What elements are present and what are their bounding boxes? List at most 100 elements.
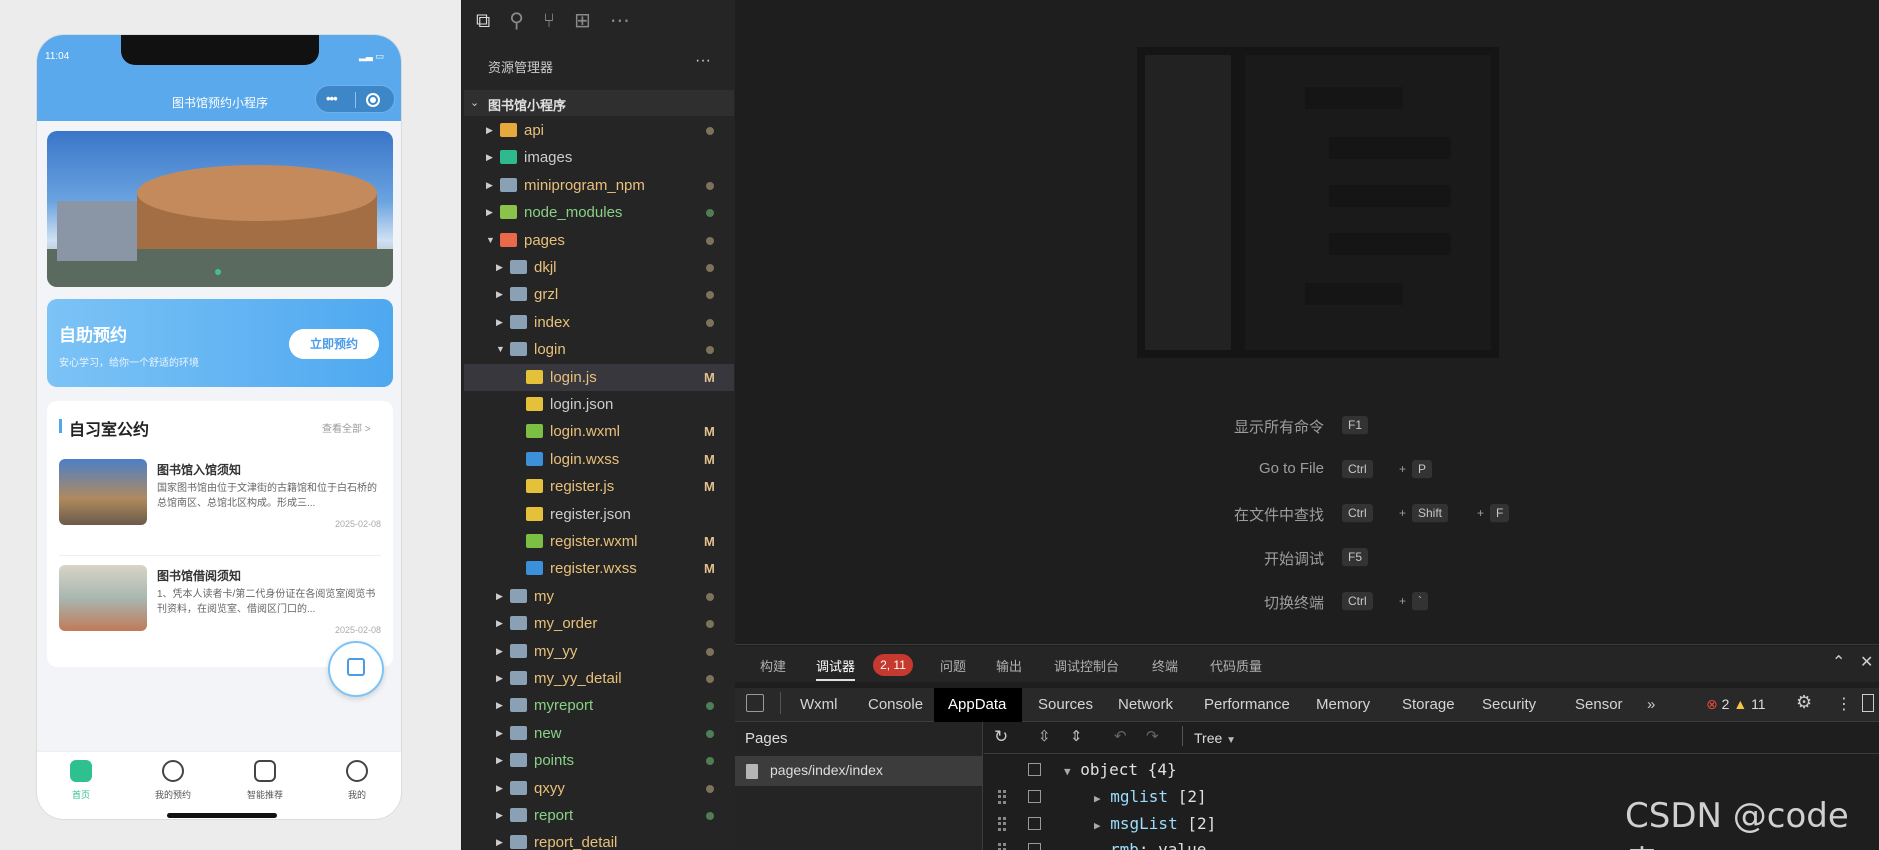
tree-item-my-yy-detail[interactable]: ▶ my_yy_detail xyxy=(464,665,734,692)
chevron-right-icon[interactable]: ▶ xyxy=(496,692,503,719)
collapse-box-icon[interactable] xyxy=(1028,790,1041,803)
devtools-tab-sources[interactable]: Sources xyxy=(1038,696,1093,713)
command-label[interactable]: Go to File xyxy=(1024,460,1324,477)
chevron-right-icon[interactable]: ▶ xyxy=(496,309,503,336)
collapse-box-icon[interactable] xyxy=(1028,843,1041,850)
extensions-icon[interactable]: ⊞ xyxy=(574,10,610,32)
chevron-right-icon[interactable]: ▶ xyxy=(486,117,493,144)
tree-item-index[interactable]: ▶ index xyxy=(464,309,734,336)
tree-item-login-json[interactable]: login.json xyxy=(464,391,734,418)
devtools-tab-storage[interactable]: Storage xyxy=(1402,696,1455,713)
files-icon[interactable]: ⧉ xyxy=(476,10,509,32)
tree-node[interactable]: ▶ mglist [2] xyxy=(1094,787,1207,806)
tree-item-dkjl[interactable]: ▶ dkjl xyxy=(464,254,734,281)
redo-icon[interactable]: ↷ xyxy=(1146,727,1159,745)
tree-item-qxyy[interactable]: ▶ qxyy xyxy=(464,775,734,802)
tab-code-quality[interactable]: 代码质量 xyxy=(1210,656,1262,675)
tree-item-api[interactable]: ▶ api xyxy=(464,117,734,144)
notice-item[interactable]: 图书馆入馆须知 国家图书馆由位于文津街的古籍馆和位于白石桥的总馆南区、总馆北区构… xyxy=(59,459,381,549)
source-control-icon[interactable]: ⑂ xyxy=(543,10,574,32)
chevron-right-icon[interactable]: ▶ xyxy=(496,775,503,802)
command-label[interactable]: 切换终端 xyxy=(1024,592,1324,613)
drag-handle-icon[interactable] xyxy=(998,843,1006,850)
chevron-right-icon[interactable]: ▶ xyxy=(486,199,493,226)
devtools-tab-performance[interactable]: Performance xyxy=(1204,696,1290,713)
close-icon[interactable]: ✕ xyxy=(1860,652,1873,672)
drag-handle-icon[interactable] xyxy=(998,817,1006,831)
tree-item-report-detail[interactable]: ▶ report_detail xyxy=(464,829,734,850)
tree-item-login-wxml[interactable]: login.wxml M xyxy=(464,418,734,445)
tree-item-new[interactable]: ▶ new xyxy=(464,720,734,747)
devtools-tab-console[interactable]: Console xyxy=(868,696,923,713)
chevron-right-icon[interactable]: ▶ xyxy=(496,254,503,281)
command-label[interactable]: 开始调试 xyxy=(1024,548,1324,569)
chevron-right-icon[interactable]: ▶ xyxy=(496,583,503,610)
chevron-down-icon[interactable]: ▼ xyxy=(496,336,505,363)
tree-item-grzl[interactable]: ▶ grzl xyxy=(464,281,734,308)
tree-item-points[interactable]: ▶ points xyxy=(464,747,734,774)
chevron-right-icon[interactable]: ▶ xyxy=(496,610,503,637)
notice-item[interactable]: 图书馆借阅须知 1、凭本人读者卡/第二代身份证在各阅览室阅览书刊资料，在阅览室、… xyxy=(59,565,381,655)
tree-item-node-modules[interactable]: ▶ node_modules xyxy=(464,199,734,226)
kebab-menu-icon[interactable]: ⋮ xyxy=(1836,694,1852,714)
chevron-right-icon[interactable]: ▶ xyxy=(496,829,503,850)
chevron-right-icon[interactable]: ▶ xyxy=(496,665,503,692)
devtools-tab-sensor[interactable]: Sensor xyxy=(1575,696,1623,713)
scan-button[interactable] xyxy=(328,641,384,697)
tree-item-myreport[interactable]: ▶ myreport xyxy=(464,692,734,719)
book-now-button[interactable]: 立即预约 xyxy=(289,329,379,359)
chevron-up-icon[interactable]: ⌃ xyxy=(1832,652,1845,672)
more-icon[interactable]: ⋯ xyxy=(610,10,649,32)
tree-item-miniprogram-npm[interactable]: ▶ miniprogram_npm xyxy=(464,172,734,199)
chevron-right-icon[interactable]: ▶ xyxy=(496,638,503,665)
tree-item-login-js[interactable]: login.js M xyxy=(464,363,734,391)
dock-icon[interactable] xyxy=(1862,694,1874,712)
tree-node-root[interactable]: ▼ object {4} xyxy=(1064,760,1177,779)
chevron-down-icon[interactable]: ▼ xyxy=(486,227,495,254)
chevron-right-icon[interactable]: ▶ xyxy=(486,144,493,171)
drag-handle-icon[interactable] xyxy=(998,790,1006,804)
tab-debug-console[interactable]: 调试控制台 xyxy=(1054,656,1119,675)
tab-recommend[interactable]: 智能推荐 xyxy=(225,760,305,801)
view-mode-select[interactable]: Tree ▼ xyxy=(1194,730,1236,746)
command-label[interactable]: 在文件中查找 xyxy=(1024,504,1324,525)
undo-icon[interactable]: ↶ xyxy=(1114,727,1127,745)
refresh-icon[interactable]: ↻ xyxy=(994,727,1008,747)
tree-item-login-wxss[interactable]: login.wxss M xyxy=(464,446,734,473)
search-icon[interactable]: ⚲ xyxy=(509,10,543,32)
view-all-link[interactable]: 查看全部 > xyxy=(322,420,371,435)
devtools-tab-network[interactable]: Network xyxy=(1118,696,1173,713)
tab-problems[interactable]: 问题 xyxy=(940,656,966,675)
carousel-indicator[interactable] xyxy=(215,269,221,275)
tree-node[interactable]: ▶ msgList [2] xyxy=(1094,814,1216,833)
error-count[interactable]: ⊗ 2 ▲ 11 xyxy=(1706,696,1766,713)
close-target-icon[interactable] xyxy=(366,93,380,107)
more-dots-icon[interactable]: ••• xyxy=(326,91,338,106)
banner-image[interactable] xyxy=(47,131,393,287)
tab-my-booking[interactable]: 我的预约 xyxy=(133,760,213,801)
devtools-tab-memory[interactable]: Memory xyxy=(1316,696,1370,713)
chevron-right-icon[interactable]: ▶ xyxy=(486,172,493,199)
tree-node[interactable]: rmb: value xyxy=(1110,840,1206,850)
collapse-box-icon[interactable] xyxy=(1028,817,1041,830)
expand-all-icon[interactable]: ⇳ xyxy=(1038,727,1051,745)
chevron-right-icon[interactable]: ▶ xyxy=(496,720,503,747)
tree-item-pages[interactable]: ▼ pages xyxy=(464,227,734,254)
tab-build[interactable]: 构建 xyxy=(760,656,786,675)
gear-icon[interactable]: ⚙ xyxy=(1796,692,1812,713)
tree-item-images[interactable]: ▶ images xyxy=(464,144,734,171)
tree-item-my[interactable]: ▶ my xyxy=(464,583,734,610)
devtools-tab-appdata[interactable]: AppData xyxy=(948,696,1006,713)
chevron-right-icon[interactable]: ▶ xyxy=(496,747,503,774)
more-tabs-icon[interactable]: » xyxy=(1647,696,1655,713)
tab-terminal[interactable]: 终端 xyxy=(1152,656,1178,675)
tree-item-register-wxss[interactable]: register.wxss M xyxy=(464,555,734,582)
tree-item-register-wxml[interactable]: register.wxml M xyxy=(464,528,734,555)
tree-item-register-js[interactable]: register.js M xyxy=(464,473,734,500)
devtools-tab-wxml[interactable]: Wxml xyxy=(800,696,838,713)
explorer-more-button[interactable]: ··· xyxy=(695,52,711,70)
collapse-all-icon[interactable]: ⇕ xyxy=(1070,727,1083,745)
inspect-icon[interactable] xyxy=(746,694,764,712)
tab-home[interactable]: 首页 xyxy=(41,760,121,801)
collapse-box-icon[interactable] xyxy=(1028,763,1041,776)
